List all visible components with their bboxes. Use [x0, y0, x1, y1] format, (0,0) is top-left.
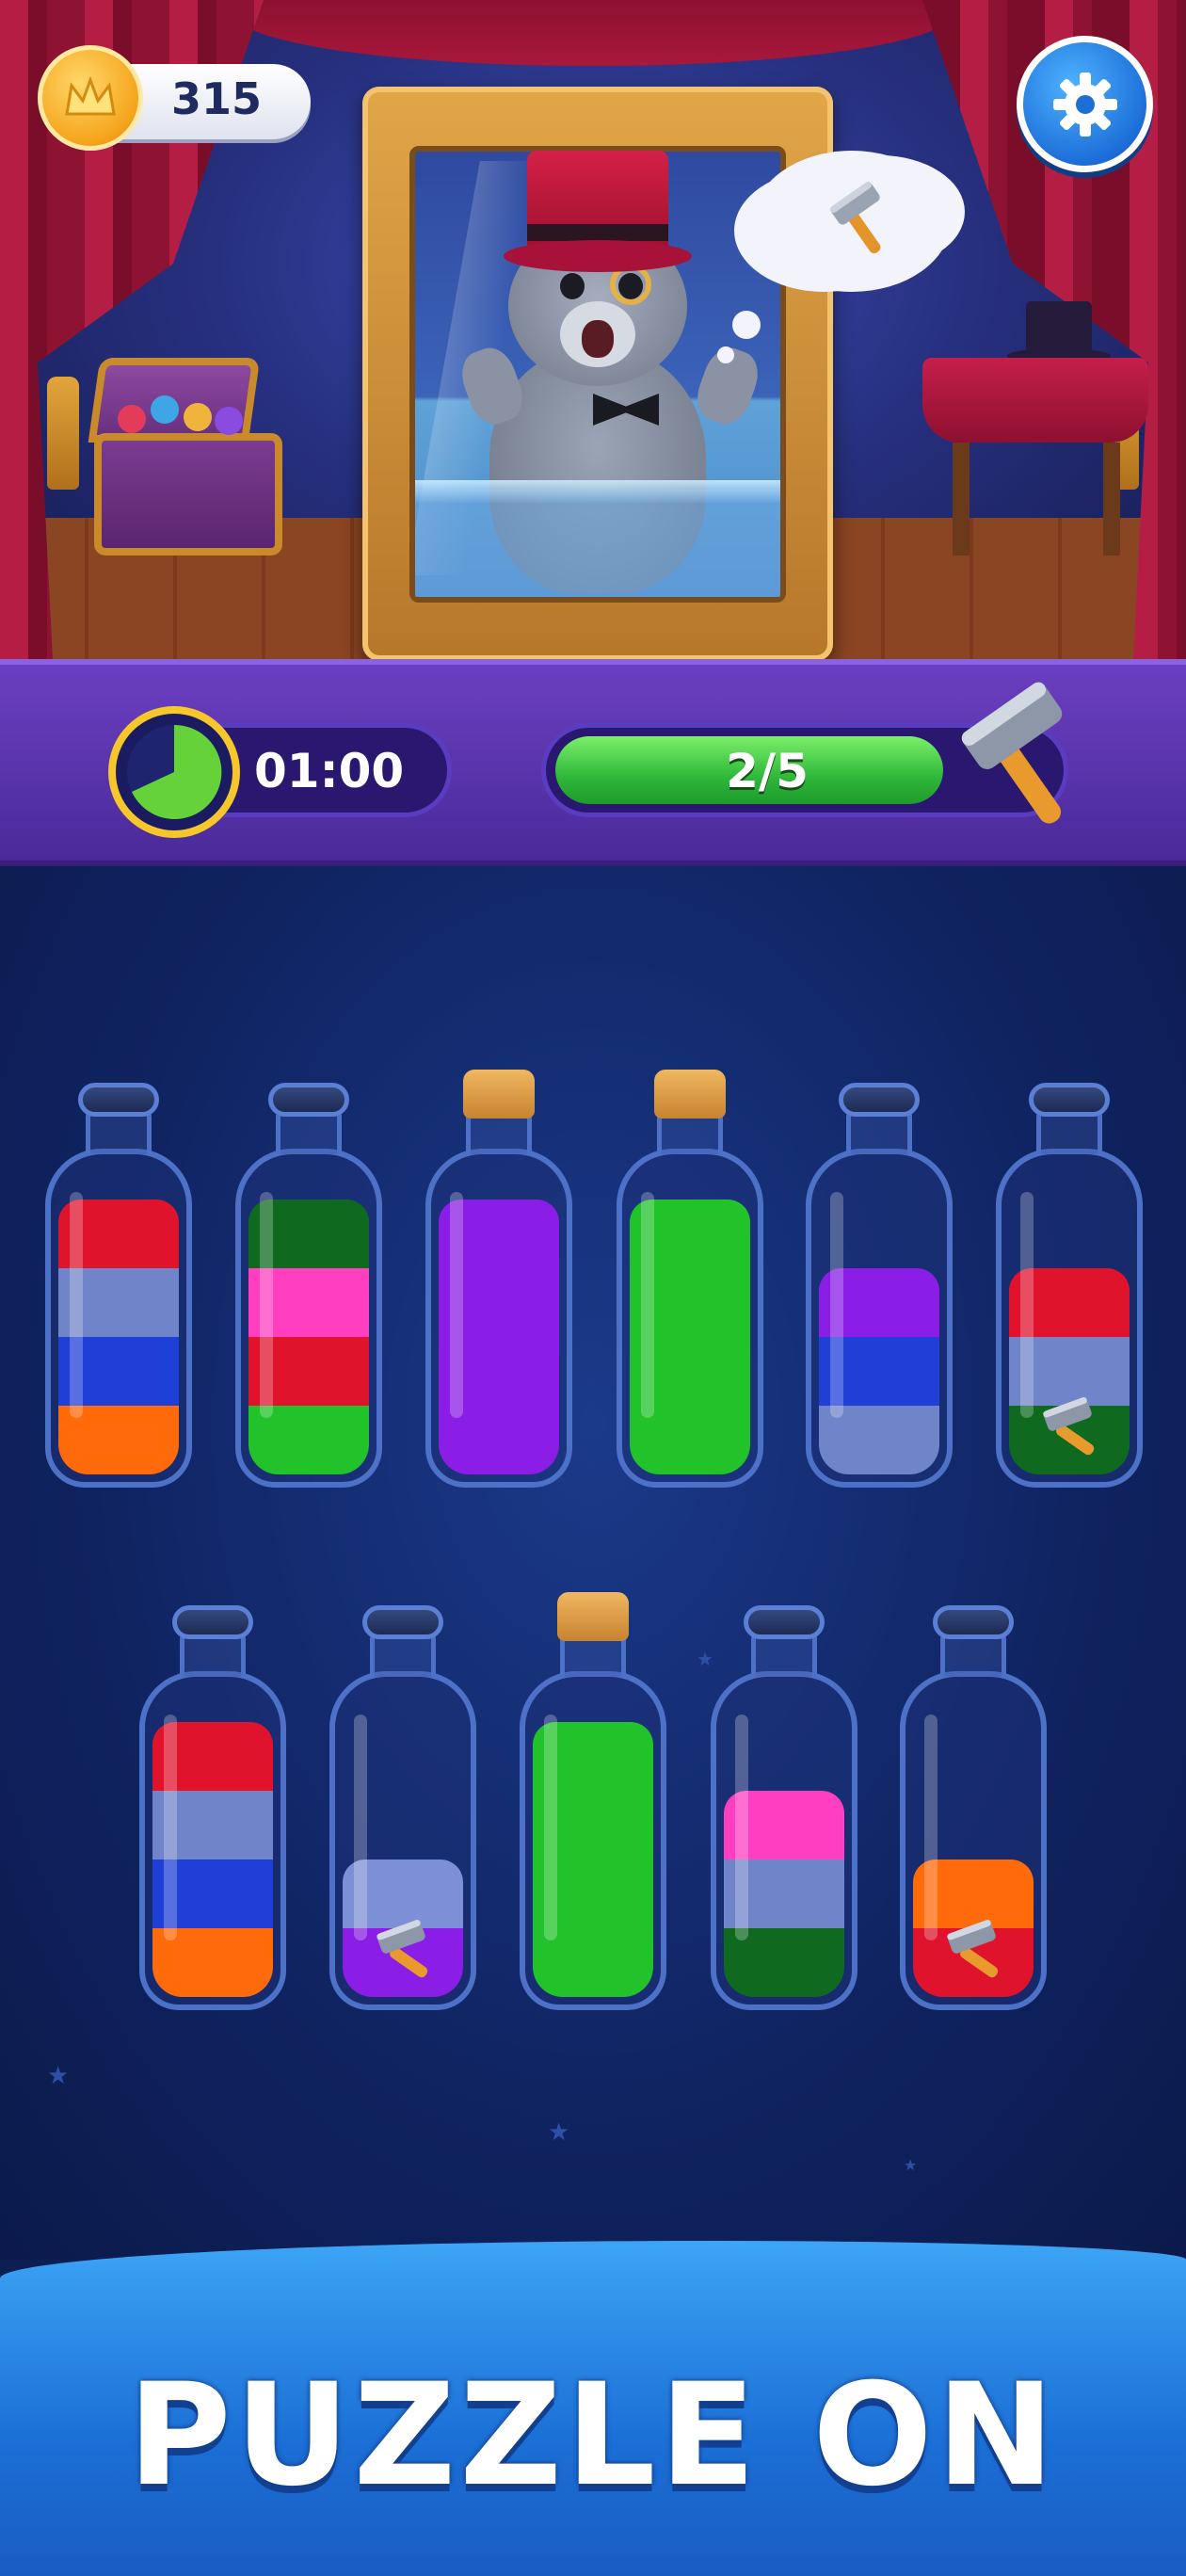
- toy-ball: [215, 407, 243, 435]
- bottle-rim: [933, 1605, 1014, 1639]
- bottle-glass: [425, 1149, 572, 1488]
- glass-shine: [354, 1715, 367, 1940]
- bottle-glass: [617, 1149, 763, 1488]
- hammer-icon: [961, 682, 1063, 824]
- timer-value: 01:00: [254, 744, 405, 798]
- bottle-glass: [900, 1671, 1047, 2010]
- toy-ball: [118, 405, 146, 433]
- tank-water: [415, 490, 780, 597]
- gear-icon: [1052, 72, 1117, 137]
- bottle-rim: [362, 1605, 443, 1639]
- bottle-rim: [744, 1605, 825, 1639]
- bottle-rim: [268, 1083, 349, 1117]
- glass-shine: [641, 1192, 654, 1418]
- bottle-glass: [520, 1671, 666, 2010]
- glass-shine: [70, 1192, 83, 1418]
- timer-icon: [108, 706, 240, 838]
- bottle-row2-3[interactable]: [520, 1592, 666, 2010]
- curtain-valance: [235, 0, 951, 66]
- puzzle-board: ★ ★ ★ ★: [0, 866, 1186, 2260]
- hammer-bonus-icon: [367, 1918, 452, 1984]
- bottle-row1-3[interactable]: [425, 1070, 572, 1488]
- thought-dot: [717, 346, 734, 363]
- glass-shine: [544, 1715, 557, 1940]
- coin-count: 315: [171, 73, 263, 124]
- hammer-icon: [1043, 1397, 1095, 1456]
- bottle-row2-2[interactable]: [329, 1605, 476, 2010]
- crown-coin-icon: [38, 45, 143, 151]
- toy-ball: [151, 395, 179, 424]
- banner-text: PUZZLE ON: [127, 2354, 1059, 2518]
- hammer-bonus-icon: [1034, 1395, 1118, 1461]
- glass-shine: [450, 1192, 463, 1418]
- curtain-tassel-left: [47, 377, 79, 490]
- magic-table: [922, 358, 1148, 443]
- bottle-row1-1[interactable]: [45, 1083, 192, 1488]
- bottle-glass: [711, 1671, 857, 2010]
- glass-shine: [735, 1715, 748, 1940]
- glass-shine: [164, 1715, 177, 1940]
- progress-text: 2/5: [726, 744, 809, 798]
- bottle-row1-2[interactable]: [235, 1083, 382, 1488]
- bottle-row1-5[interactable]: [806, 1083, 953, 1488]
- bottle-rim: [839, 1083, 920, 1117]
- treasure-chest: [94, 433, 282, 555]
- bottle-row2-5[interactable]: [900, 1605, 1047, 2010]
- cork-stopper: [463, 1070, 535, 1119]
- table-leg: [953, 443, 970, 555]
- star-decoration: ★: [47, 2062, 70, 2090]
- bottle-row2-1[interactable]: [139, 1605, 286, 2010]
- beaver-mouth: [582, 320, 614, 358]
- cork-stopper: [557, 1592, 629, 1641]
- bottle-glass: [235, 1149, 382, 1488]
- bottle-rim: [172, 1605, 253, 1639]
- bottle-rim: [78, 1083, 159, 1117]
- red-top-hat-brim: [504, 240, 692, 272]
- glass-shine: [260, 1192, 273, 1418]
- hammer-bonus-icon: [938, 1918, 1022, 1984]
- thought-dot: [732, 311, 761, 339]
- bottle-row2-4[interactable]: [711, 1605, 857, 2010]
- glass-shine: [924, 1715, 938, 1940]
- bottle-row1-6[interactable]: [996, 1083, 1143, 1488]
- cork-stopper: [654, 1070, 726, 1119]
- bottle-glass: [806, 1149, 953, 1488]
- hammer-icon: [830, 181, 881, 254]
- bottle-glass: [996, 1149, 1143, 1488]
- star-decoration: ★: [548, 2118, 570, 2147]
- glass-shine: [830, 1192, 843, 1418]
- bottle-glass: [329, 1671, 476, 2010]
- clock-pie-icon: [127, 724, 222, 819]
- toy-ball: [184, 403, 212, 431]
- bottle-glass: [139, 1671, 286, 2010]
- settings-button[interactable]: [1017, 36, 1153, 172]
- bottle-rim: [1029, 1083, 1110, 1117]
- bottle-row1-4[interactable]: [617, 1070, 763, 1488]
- star-decoration: ★: [904, 2156, 918, 2174]
- table-leg: [1103, 443, 1120, 555]
- beaver-eye: [560, 273, 585, 299]
- water-surface: [415, 480, 780, 503]
- hat-band: [527, 224, 668, 241]
- glass-shine: [1020, 1192, 1034, 1418]
- crown-icon: [65, 75, 116, 116]
- hammer-icon: [377, 1920, 428, 1978]
- bottle-glass: [45, 1149, 192, 1488]
- hammer-icon: [947, 1920, 999, 1978]
